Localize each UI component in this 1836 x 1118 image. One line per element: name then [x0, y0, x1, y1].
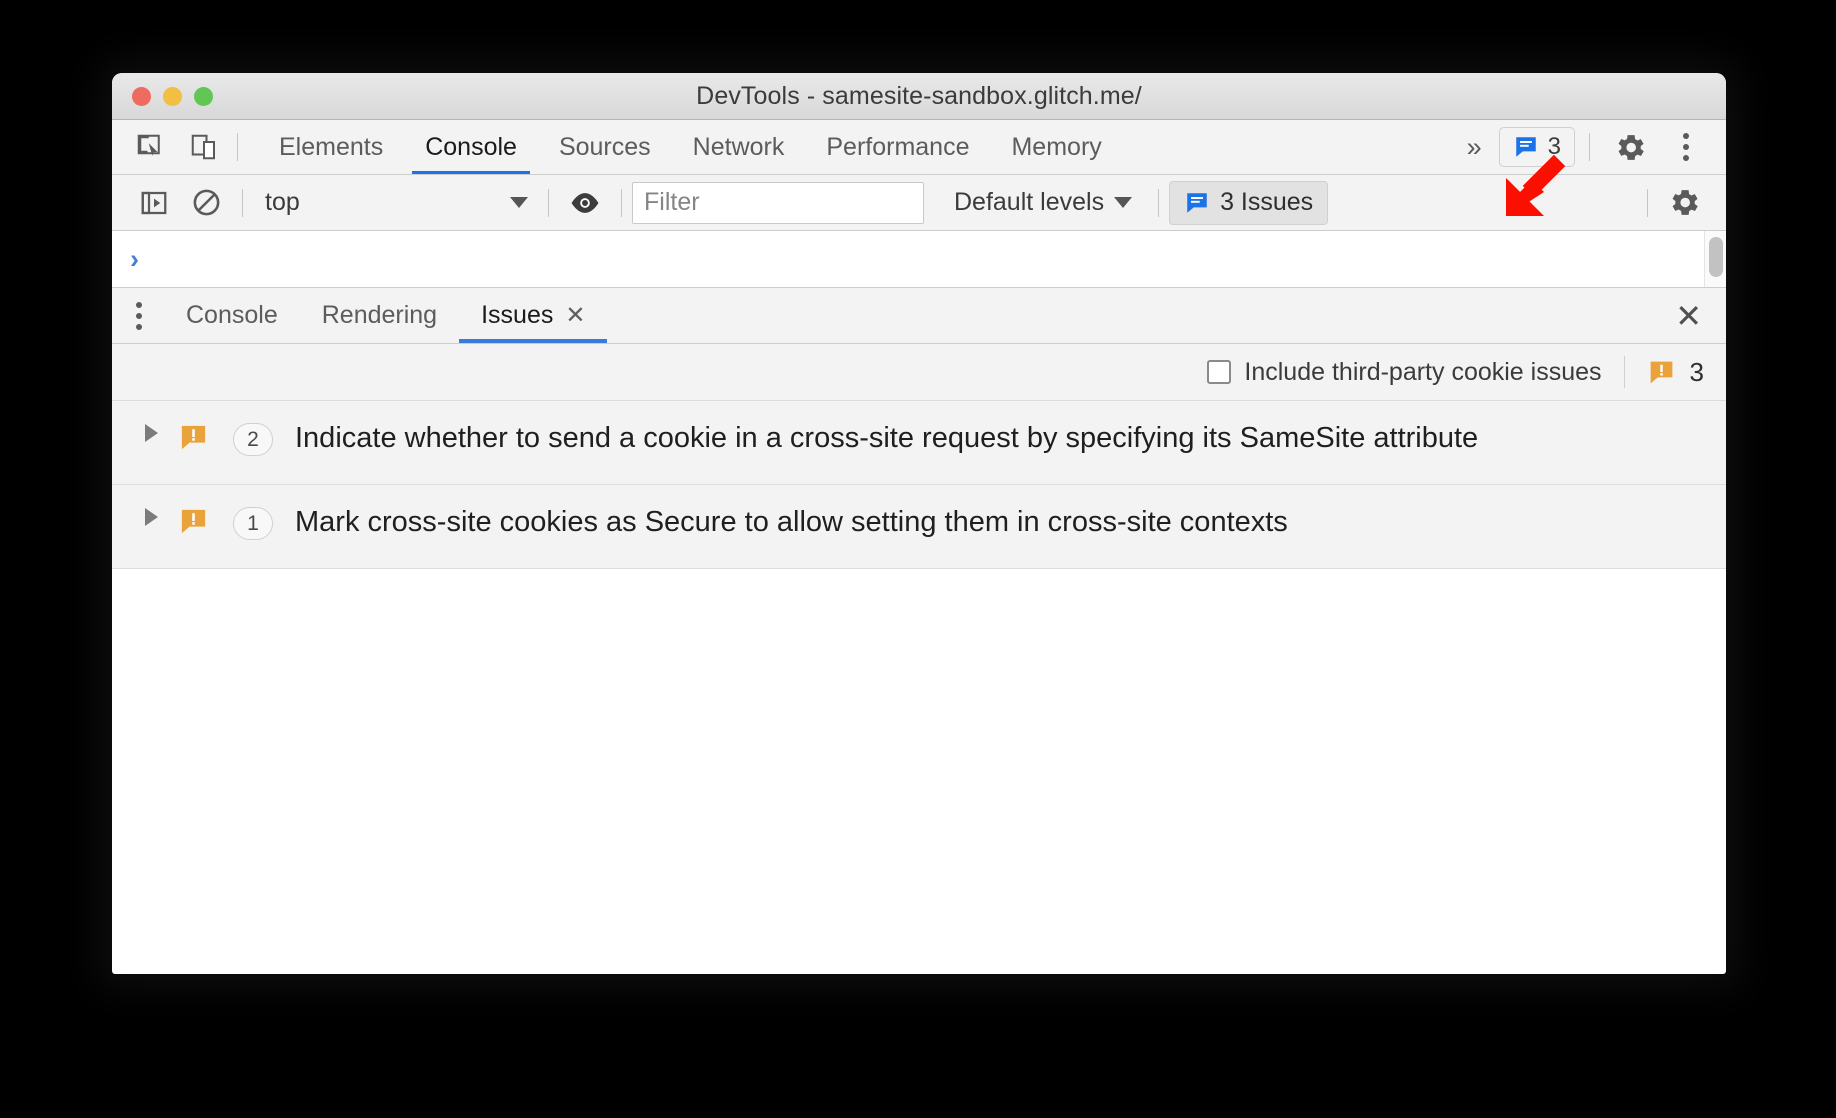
console-filter-input[interactable]: Filter [632, 181, 924, 224]
tab-elements-label: Elements [279, 132, 384, 161]
issue-title: Mark cross-site cookies as Secure to all… [295, 506, 1288, 538]
drawer-tab-console-label: Console [186, 301, 278, 329]
include-third-party-cookie-issues-checkbox-row[interactable]: Include third-party cookie issues [1207, 357, 1602, 387]
warning-speech-bubble-icon [1650, 361, 1672, 383]
tab-network[interactable]: Network [672, 120, 806, 174]
console-scrollbar[interactable] [1704, 231, 1726, 287]
console-filter-placeholder: Filter [644, 188, 700, 216]
more-tabs-chevron-icon[interactable]: » [1451, 132, 1495, 163]
drawer-tab-issues-label: Issues [481, 301, 554, 329]
issue-expand-triangle-icon[interactable] [134, 504, 168, 526]
devtools-window: DevTools - samesite-sandbox.glitch.me/ E… [112, 73, 1726, 974]
devtools-main-tabbar: Elements Console Sources Network Perform… [112, 120, 1726, 175]
issues-list: 2 Indicate whether to send a cookie in a… [112, 401, 1726, 569]
issues-speech-bubble-icon [1187, 192, 1207, 213]
chevron-down-icon [1114, 197, 1133, 208]
console-toolbar-divider-5 [1647, 188, 1648, 217]
console-toolbar-divider-2 [548, 188, 549, 217]
console-output-area[interactable]: › [112, 231, 1726, 288]
tab-console-label: Console [425, 132, 517, 161]
clear-console-icon[interactable] [180, 180, 232, 226]
console-log-levels-label: Default levels [954, 188, 1105, 216]
drawer-tab-rendering-label: Rendering [321, 301, 438, 329]
warning-speech-bubble-icon [178, 504, 209, 542]
drawer-tab-rendering[interactable]: Rendering [300, 288, 459, 343]
console-issues-button[interactable]: 3 Issues [1169, 180, 1329, 225]
drawer-tab-issues-close-icon[interactable]: ✕ [565, 301, 585, 330]
tab-performance-label: Performance [826, 132, 970, 161]
tabbar-right-controls: » 3 [1451, 120, 1726, 174]
console-scrollbar-thumb[interactable] [1709, 237, 1723, 277]
eye-icon[interactable] [559, 180, 611, 226]
device-toolbar-icon[interactable] [181, 125, 227, 169]
issue-title: Indicate whether to send a cookie in a c… [295, 422, 1479, 454]
devtools-panel-tabs: Elements Console Sources Network Perform… [258, 120, 1123, 174]
screenshot-root: DevTools - samesite-sandbox.glitch.me/ E… [0, 0, 1836, 1118]
tab-console[interactable]: Console [404, 120, 538, 174]
window-title: DevTools - samesite-sandbox.glitch.me/ [696, 81, 1142, 110]
tab-performance[interactable]: Performance [805, 120, 990, 174]
tabbar-tool-icons [112, 120, 227, 174]
console-issues-button-label: 3 Issues [1220, 188, 1314, 216]
window-titlebar: DevTools - samesite-sandbox.glitch.me/ [112, 73, 1726, 120]
issue-row[interactable]: 2 Indicate whether to send a cookie in a… [112, 401, 1726, 485]
tab-elements[interactable]: Elements [258, 120, 404, 174]
include-third-party-cookie-issues-checkbox[interactable] [1207, 360, 1232, 384]
issue-count-badge: 2 [233, 423, 273, 456]
console-context-selector[interactable]: top [253, 183, 538, 223]
tab-memory-label: Memory [1011, 132, 1102, 161]
inspect-element-icon[interactable] [127, 125, 173, 169]
include-third-party-cookie-issues-label: Include third-party cookie issues [1244, 357, 1602, 386]
tabbar-right-divider [1589, 133, 1590, 161]
drawer-tabbar: Console Rendering Issues ✕ ✕ [112, 288, 1726, 344]
console-prompt-chevron-icon: › [130, 243, 139, 274]
close-icon: ✕ [1675, 297, 1702, 334]
drawer-more-options-icon[interactable] [112, 288, 164, 343]
tab-network-label: Network [692, 132, 785, 161]
issues-total-count: 3 [1689, 356, 1704, 387]
issues-header-divider [1623, 356, 1625, 388]
issue-expand-triangle-icon[interactable] [134, 420, 168, 442]
red-pointer-arrow [1506, 154, 1566, 216]
issues-panel-header: Include third-party cookie issues 3 [112, 344, 1726, 401]
tab-sources-label: Sources [558, 132, 651, 161]
console-log-levels-dropdown[interactable]: Default levels [938, 188, 1148, 217]
drawer-tab-issues[interactable]: Issues ✕ [459, 288, 608, 343]
tabbar-divider [237, 133, 238, 161]
console-context-value: top [265, 188, 300, 216]
devtools-main-menu-icon[interactable] [1660, 123, 1712, 171]
warning-speech-bubble-icon [178, 420, 209, 458]
issues-total-count-group: 3 [1647, 357, 1704, 388]
console-toolbar: top Filter Default levels 3 Issues [112, 175, 1726, 231]
console-toolbar-divider-3 [621, 188, 622, 217]
console-toolbar-divider-1 [242, 188, 243, 217]
console-sidebar-icon[interactable] [128, 180, 180, 226]
console-toolbar-divider-4 [1158, 188, 1160, 217]
tab-sources[interactable]: Sources [538, 120, 672, 174]
drawer-tab-console[interactable]: Console [164, 288, 300, 343]
chevron-down-icon [510, 197, 528, 208]
issue-row[interactable]: 1 Mark cross-site cookies as Secure to a… [112, 485, 1726, 569]
console-settings-gear-icon[interactable] [1658, 179, 1710, 227]
console-toolbar-right [1637, 179, 1726, 227]
settings-gear-icon[interactable] [1604, 123, 1656, 171]
tab-memory[interactable]: Memory [990, 120, 1122, 174]
issue-count-badge: 1 [233, 507, 273, 540]
drawer-close-button[interactable]: ✕ [1675, 288, 1726, 343]
